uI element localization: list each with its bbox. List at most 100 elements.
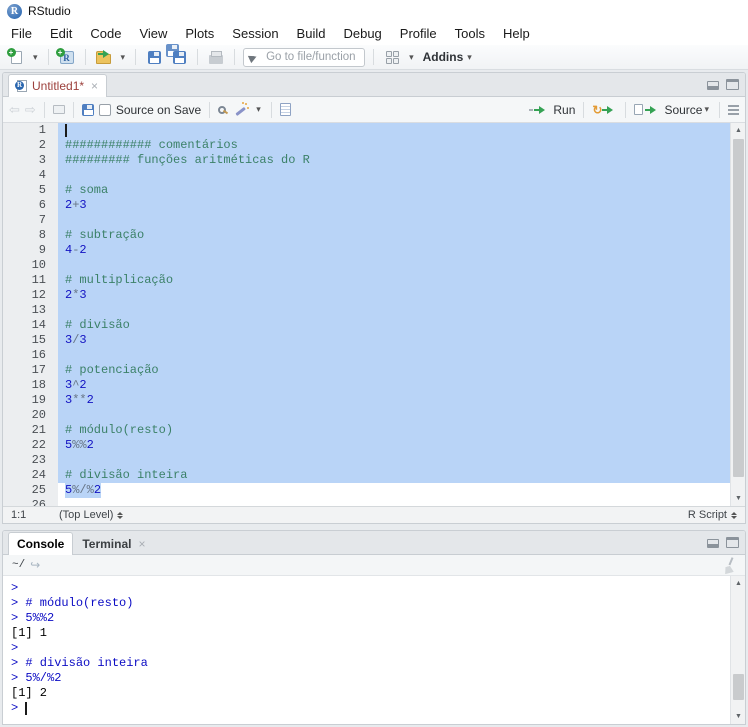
- source-button[interactable]: Source ▾: [634, 99, 711, 120]
- code-line[interactable]: 3^2: [58, 378, 730, 393]
- save-source-icon[interactable]: [82, 104, 94, 116]
- code-line[interactable]: 5%%2: [58, 438, 730, 453]
- menu-item-code[interactable]: Code: [81, 24, 130, 43]
- code-text-area[interactable]: ############ comentários######### funçõe…: [58, 123, 730, 506]
- code-line[interactable]: [58, 408, 730, 423]
- code-line[interactable]: 2*3: [58, 288, 730, 303]
- code-line[interactable]: # módulo(resto): [58, 423, 730, 438]
- scroll-up-icon[interactable]: ▲: [731, 123, 745, 138]
- tab-title: Untitled1*: [32, 79, 84, 93]
- console-cursor: [25, 702, 27, 715]
- tab-close-icon[interactable]: ×: [91, 79, 98, 93]
- code-line[interactable]: # divisão inteira: [58, 468, 730, 483]
- scope-selector[interactable]: (Top Level): [59, 509, 123, 522]
- code-line[interactable]: # soma: [58, 183, 730, 198]
- working-directory[interactable]: ~/: [12, 559, 25, 571]
- console-input-area[interactable]: > > # módulo(resto)> 5%%2[1] 1> > # divi…: [3, 576, 729, 724]
- print-button[interactable]: [206, 47, 226, 68]
- menu-item-session[interactable]: Session: [223, 24, 287, 43]
- code-editor[interactable]: 1234567891011121314151617181920212223242…: [3, 123, 745, 506]
- scrollbar-thumb[interactable]: [733, 139, 744, 477]
- code-line[interactable]: [58, 123, 730, 138]
- line-number: 13: [3, 303, 58, 318]
- code-line[interactable]: ######### funções aritméticas do R: [58, 153, 730, 168]
- menu-item-file[interactable]: File: [2, 24, 41, 43]
- find-replace-icon[interactable]: [218, 106, 226, 114]
- editor-window-controls: [707, 78, 739, 90]
- pane-layout-caret-icon[interactable]: ▾: [407, 47, 416, 68]
- menu-item-debug[interactable]: Debug: [334, 24, 390, 43]
- console-scrollbar[interactable]: ▲ ▼: [730, 576, 745, 724]
- code-line[interactable]: 2+3: [58, 198, 730, 213]
- code-token-num: 3: [79, 288, 86, 302]
- back-icon[interactable]: ⇦: [9, 102, 20, 118]
- menu-item-tools[interactable]: Tools: [446, 24, 494, 43]
- code-line[interactable]: # potenciação: [58, 363, 730, 378]
- pane-layout-button[interactable]: [382, 47, 402, 68]
- scroll-up-icon[interactable]: ▲: [731, 576, 745, 591]
- save-all-icon: [173, 51, 186, 64]
- code-line[interactable]: ############ comentários: [58, 138, 730, 153]
- code-line[interactable]: 5%/%2: [58, 483, 730, 498]
- code-line[interactable]: # divisão: [58, 318, 730, 333]
- open-file-button[interactable]: [94, 47, 114, 68]
- forward-icon[interactable]: ⇨: [25, 102, 36, 118]
- code-tools-icon[interactable]: [234, 102, 249, 117]
- console-body: > > # módulo(resto)> 5%%2[1] 1> > # divi…: [3, 576, 745, 724]
- code-line[interactable]: 3/3: [58, 333, 730, 348]
- open-file-caret-icon[interactable]: ▾: [119, 47, 128, 68]
- code-line[interactable]: [58, 498, 730, 506]
- minimize-icon[interactable]: [707, 81, 719, 90]
- new-project-button[interactable]: R+: [57, 47, 77, 68]
- menu-item-profile[interactable]: Profile: [391, 24, 446, 43]
- code-line[interactable]: [58, 213, 730, 228]
- file-type-selector[interactable]: R Script: [688, 509, 737, 522]
- code-line[interactable]: # multiplicação: [58, 273, 730, 288]
- source-on-save-checkbox[interactable]: [99, 104, 111, 116]
- code-line[interactable]: 3**2: [58, 393, 730, 408]
- save-all-button[interactable]: [169, 47, 189, 68]
- maximize-icon[interactable]: [726, 537, 739, 548]
- menu-item-help[interactable]: Help: [494, 24, 539, 43]
- code-line[interactable]: [58, 168, 730, 183]
- menu-item-build[interactable]: Build: [288, 24, 335, 43]
- editor-scrollbar[interactable]: ▲ ▼: [730, 123, 745, 506]
- line-number: 25: [3, 483, 58, 498]
- goto-directory-icon[interactable]: ↪: [30, 558, 40, 572]
- code-line[interactable]: [58, 348, 730, 363]
- run-button[interactable]: Run: [529, 99, 575, 120]
- addins-button[interactable]: Addins ▾: [421, 47, 474, 68]
- scroll-down-icon[interactable]: ▼: [731, 491, 745, 506]
- menu-item-view[interactable]: View: [130, 24, 176, 43]
- code-token-num: 3: [79, 333, 86, 347]
- open-in-new-window-icon[interactable]: [53, 105, 65, 114]
- goto-file-input[interactable]: [266, 51, 362, 63]
- document-outline-icon[interactable]: [728, 105, 739, 115]
- code-token-num: 2: [87, 393, 94, 407]
- tab-console[interactable]: Console: [8, 532, 73, 555]
- scrollbar-thumb[interactable]: [733, 674, 744, 700]
- new-file-button[interactable]: +: [6, 47, 26, 68]
- line-number: 12: [3, 288, 58, 303]
- tab-untitled1[interactable]: R Untitled1* ×: [8, 74, 107, 97]
- compile-report-icon[interactable]: [280, 103, 291, 116]
- clear-console-icon[interactable]: [720, 556, 737, 574]
- code-line[interactable]: [58, 258, 730, 273]
- console-output: [1] 2: [11, 686, 47, 701]
- code-line[interactable]: [58, 303, 730, 318]
- code-line[interactable]: 4-2: [58, 243, 730, 258]
- tab-terminal[interactable]: Terminal ×: [73, 532, 154, 555]
- code-tools-caret-icon[interactable]: ▾: [254, 99, 263, 120]
- code-line[interactable]: [58, 453, 730, 468]
- menu-item-edit[interactable]: Edit: [41, 24, 81, 43]
- scroll-down-icon[interactable]: ▼: [731, 709, 745, 724]
- save-button[interactable]: [144, 47, 164, 68]
- menu-item-plots[interactable]: Plots: [176, 24, 223, 43]
- terminal-close-icon[interactable]: ×: [138, 537, 145, 551]
- new-file-caret-icon[interactable]: ▾: [31, 47, 40, 68]
- maximize-icon[interactable]: [726, 79, 739, 90]
- rerun-button[interactable]: ↻: [592, 99, 617, 120]
- goto-file-search[interactable]: [243, 48, 365, 67]
- code-line[interactable]: # subtração: [58, 228, 730, 243]
- minimize-icon[interactable]: [707, 539, 719, 548]
